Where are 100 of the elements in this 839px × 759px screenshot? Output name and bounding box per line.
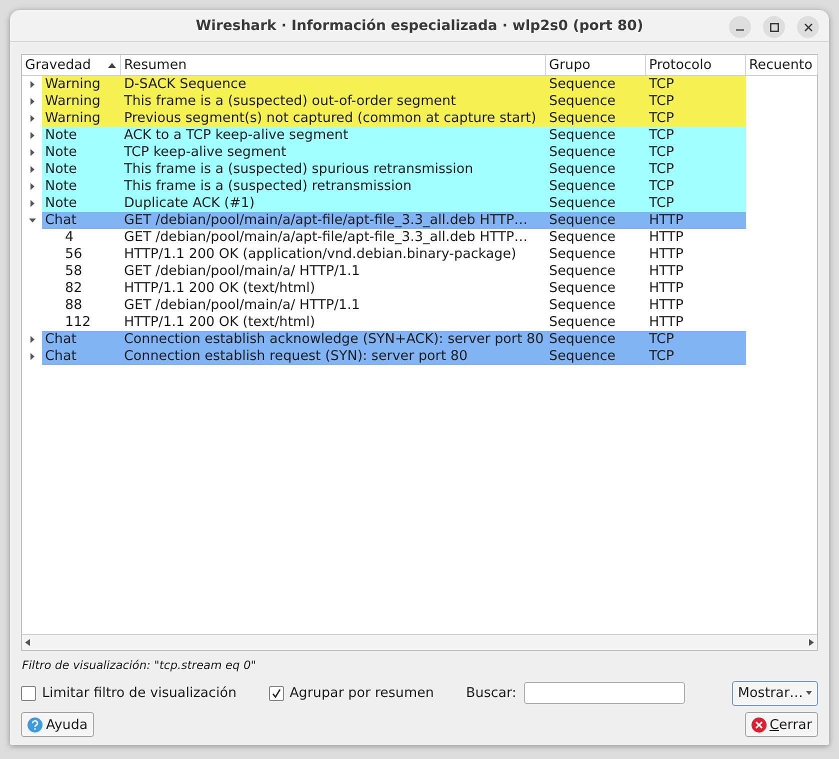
table-cell-text: GET /debian/pool/main/a/apt-file/apt-file_3.3_all.deb HTTP… [123, 212, 529, 229]
table-cell-text: 82 [64, 280, 84, 297]
table-cell-text: Sequence [548, 144, 617, 161]
table-cell-text: GET /debian/pool/main/a/apt-file/apt-file_3.3_all.deb HTTP… [123, 229, 529, 246]
table-cell-text: Chat [44, 331, 78, 348]
table-cell-text: Connection establish acknowledge (SYN+ACK): server port 80 [123, 331, 545, 348]
table-cell-text: 56 [64, 246, 84, 263]
expand-arrow-icon[interactable] [28, 149, 36, 156]
table-cell-text: Chat [44, 212, 78, 229]
table-row[interactable]: Note This frame is a (suspected) retransmission Sequence TCP [42, 178, 746, 195]
table-cell-text: Sequence [548, 178, 617, 195]
table-cell-text: HTTP [648, 314, 685, 331]
maximize-button[interactable] [763, 16, 785, 38]
table-cell-text: Sequence [548, 127, 617, 144]
close-button[interactable] [797, 16, 819, 38]
expand-arrow-icon[interactable] [28, 98, 36, 105]
table-cell-text: HTTP [648, 246, 685, 263]
checkbox-label: Limitar filtro de visualización [42, 685, 237, 701]
table-cell-text: Sequence [548, 195, 617, 212]
table-cell-text: GET /debian/pool/main/a/ HTTP/1.1 [123, 263, 361, 280]
expand-arrow-icon[interactable] [28, 200, 36, 207]
table-cell-text: TCP [648, 127, 676, 144]
table-cell-text: TCP [648, 331, 676, 348]
checkbox[interactable] [268, 686, 284, 700]
table-row[interactable]: Chat Connection establish acknowledge (SYN+ACK): server port 80 Sequence TCP [42, 331, 746, 348]
table-cell-text: Warning [44, 110, 102, 127]
expand-arrow-icon[interactable] [28, 132, 36, 139]
caret-icon [806, 691, 812, 695]
table-cell-text: Sequence [548, 331, 617, 348]
checkbox-label: Agrupar por resumen [290, 685, 434, 701]
table-cell-text: TCP [648, 144, 676, 161]
table-cell-text: TCP [648, 348, 676, 365]
scroll-right-icon[interactable] [809, 639, 814, 646]
table-cell-text: Sequence [548, 314, 617, 331]
scroll-left-icon[interactable] [25, 639, 30, 646]
expand-arrow-icon[interactable] [28, 353, 36, 360]
collapse-arrow-icon[interactable] [28, 217, 36, 224]
show-menu-button[interactable]: Mostrar… [732, 680, 818, 706]
table-cell-text: Sequence [548, 110, 617, 127]
table-row[interactable]: Note This frame is a (suspected) spurious retransmission Sequence TCP [42, 161, 746, 178]
table-cell-text: 112 [64, 314, 92, 331]
table-cell-text: Connection establish request (SYN): server port 80 [123, 348, 469, 365]
expand-arrow-icon[interactable] [28, 166, 36, 173]
table-cell-text: D-SACK Sequence [123, 76, 248, 93]
checkbox[interactable] [21, 686, 36, 700]
expand-arrow-icon[interactable] [28, 81, 36, 88]
table-cell-text: Warning [44, 93, 102, 110]
table-cell-text: HTTP [648, 263, 685, 280]
table-cell-text: This frame is a (suspected) spurious retransmission [123, 161, 474, 178]
horizontal-scrollbar[interactable] [22, 634, 817, 650]
table-cell-text: ACK to a TCP keep-alive segment [123, 127, 350, 144]
filter-label: Filtro de visualización: "tcp.stream eq 0" [22, 658, 258, 672]
checkmark-icon [272, 688, 281, 698]
table-row[interactable]: Note TCP keep-alive segment Sequence TCP [42, 144, 746, 161]
table-cell-text: Note [44, 178, 78, 195]
table-cell-text: 88 [64, 297, 84, 314]
table-cell-text: This frame is a (suspected) out-of-order segment [123, 93, 457, 110]
table-cell-text: HTTP [648, 280, 685, 297]
search-label: Buscar: [466, 685, 516, 701]
expand-arrow-icon[interactable] [28, 183, 36, 190]
expand-arrow-icon[interactable] [28, 115, 36, 122]
close-icon [750, 716, 767, 732]
table-row[interactable]: Chat GET /debian/pool/main/a/apt-file/apt-file_3.3_all.deb HTTP… Sequence HTTP [42, 212, 746, 229]
table-row[interactable]: Warning Previous segment(s) not captured (common at capture start) Sequence TCP [42, 110, 746, 127]
table-cell-text: 58 [64, 263, 84, 280]
table-cell-text: Previous segment(s) not captured (common at capture start) [123, 110, 538, 127]
table-cell-text: HTTP [648, 212, 685, 229]
table-cell-text: Note [44, 127, 78, 144]
table-cell-text: Warning [44, 76, 102, 93]
column-header[interactable]: Gravedad [22, 55, 121, 75]
table-cell-text: Sequence [548, 76, 617, 93]
table-row[interactable]: Warning D-SACK Sequence Sequence TCP [42, 76, 746, 93]
table-cell-text: Note [44, 161, 78, 178]
table-cell-text: Note [44, 144, 78, 161]
table-cell-text: Sequence [548, 280, 617, 297]
table-row[interactable]: Note Duplicate ACK (#1) Sequence TCP [42, 195, 746, 212]
column-header[interactable]: Resumen [121, 55, 546, 75]
table-row[interactable]: Warning This frame is a (suspected) out-of-order segment Sequence TCP [42, 93, 746, 110]
table-cell-text: HTTP [648, 229, 685, 246]
table-row[interactable]: Chat Connection establish request (SYN): server port 80 Sequence TCP [42, 348, 746, 365]
column-header[interactable]: Recuento [746, 55, 818, 75]
search-field[interactable] [524, 682, 686, 704]
table-cell-text: GET /debian/pool/main/a/ HTTP/1.1 [123, 297, 361, 314]
table-cell-text: HTTP/1.1 200 OK (application/vnd.debian.binary-package) [123, 246, 518, 263]
table-cell-text: Sequence [548, 263, 617, 280]
table-cell-text: TCP keep-alive segment [123, 144, 288, 161]
expand-arrow-icon[interactable] [28, 336, 36, 343]
table-row[interactable]: Note ACK to a TCP keep-alive segment Sequence TCP [42, 127, 746, 144]
table-cell-text: Sequence [548, 93, 617, 110]
table-cell-text: HTTP/1.1 200 OK (text/html) [123, 280, 316, 297]
sort-arrow-icon [108, 62, 116, 68]
window-title: Wireshark · Información especializada · wlp2s0 (port 80) [196, 18, 644, 34]
column-header[interactable]: Protocolo [646, 55, 746, 75]
help-button[interactable]: Ayuda [21, 712, 94, 737]
table-cell-text: Sequence [548, 246, 617, 263]
table-cell-text: TCP [648, 195, 676, 212]
close-dialog-button[interactable]: Cerrar [744, 712, 818, 737]
column-header[interactable]: Grupo [546, 55, 646, 75]
table-cell-text: Sequence [548, 297, 617, 314]
table-cell-text: Sequence [548, 212, 617, 229]
